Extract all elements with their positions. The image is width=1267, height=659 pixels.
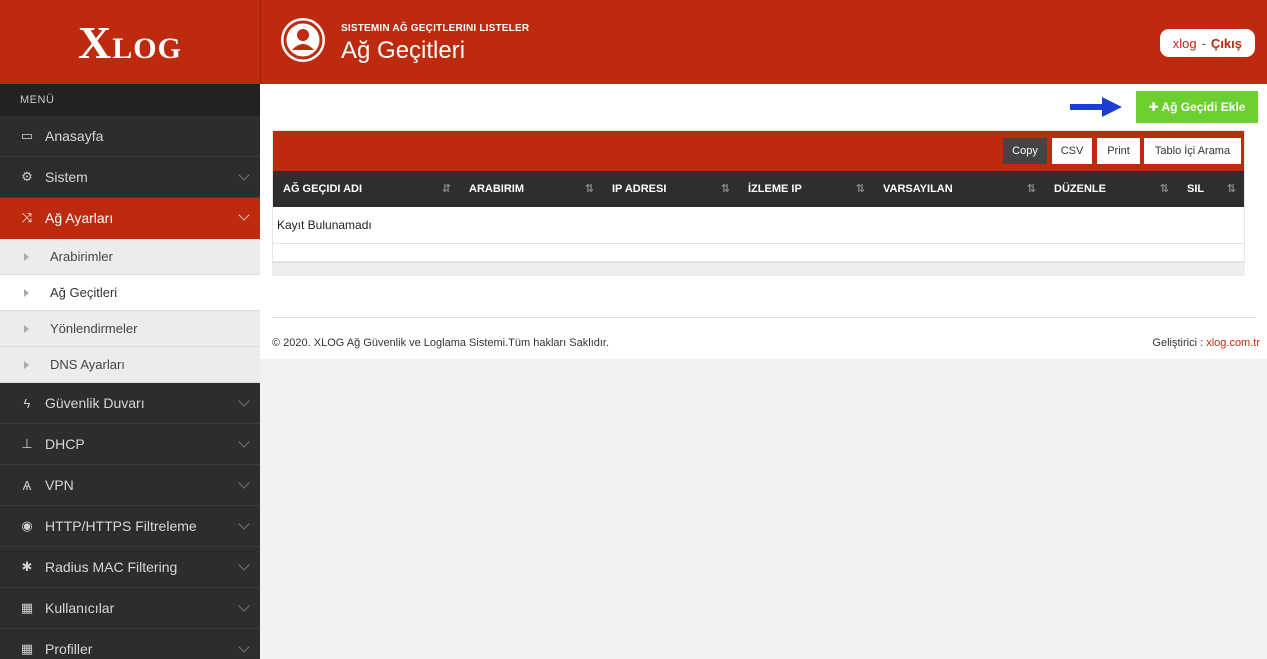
sidebar-item-label: Ağ Ayarları bbox=[45, 210, 114, 226]
sort-icon: ⇅ bbox=[1226, 183, 1236, 195]
column-header[interactable]: DÜZENLE ⇅ bbox=[1044, 171, 1177, 207]
chevron-down-icon bbox=[238, 641, 250, 653]
sidebar-item-label: VPN bbox=[45, 477, 74, 493]
column-header[interactable]: IP ADRESI ⇅ bbox=[602, 171, 738, 207]
sidebar-item-label: Kullanıcılar bbox=[45, 600, 115, 616]
sort-icon: ⇅ bbox=[1159, 183, 1169, 195]
sidebar-item-label: Profiller bbox=[45, 641, 93, 657]
grid-icon: ▦ bbox=[20, 641, 34, 656]
sidebar-item-anasayfa[interactable]: ▭ Anasayfa bbox=[0, 116, 260, 157]
bolt-icon: ϟ bbox=[23, 395, 31, 411]
footer-divider bbox=[272, 317, 1256, 318]
sidebar-item-profiller[interactable]: ▦ Profiller bbox=[0, 629, 260, 659]
logout-link[interactable]: Çıkış bbox=[1211, 36, 1242, 51]
laptop-icon: ▭ bbox=[20, 128, 34, 143]
sidebar-item-ag-ayarlari[interactable]: ⤨ Ağ Ayarları bbox=[0, 198, 260, 239]
sort-icon: ⇅ bbox=[720, 183, 730, 195]
sort-icon: ⇵ bbox=[441, 183, 451, 195]
sidebar-item-label: HTTP/HTTPS Filtreleme bbox=[45, 518, 197, 534]
developer-credit: Geliştirici : xlog.com.tr bbox=[1152, 337, 1260, 349]
sub-item-label: Ağ Geçitleri bbox=[50, 285, 118, 300]
shuffle-icon: ⤨ bbox=[21, 210, 33, 225]
column-header[interactable]: İZLEME IP ⇅ bbox=[738, 171, 873, 207]
print-button[interactable]: Print bbox=[1097, 138, 1140, 164]
chevron-down-icon bbox=[238, 209, 250, 221]
chevron-down-icon bbox=[238, 395, 250, 407]
column-header[interactable]: VARSAYILAN ⇅ bbox=[873, 171, 1044, 207]
arrow-right-icon bbox=[1070, 97, 1122, 117]
csv-button[interactable]: CSV bbox=[1052, 138, 1092, 164]
sidebar: XLOG MENÜ ▭ Anasayfa ⚙ Sistem ⤨ Ağ Ayarl… bbox=[0, 0, 260, 659]
sidebar-item-label: Radius MAC Filtering bbox=[45, 559, 178, 575]
caret-right-icon bbox=[24, 324, 29, 333]
chevron-down-icon bbox=[238, 169, 250, 181]
grid-icon: ▦ bbox=[20, 600, 34, 615]
horizontal-scrollbar[interactable] bbox=[272, 262, 1245, 276]
sub-item-dns-ayarlari[interactable]: DNS Ayarları bbox=[0, 347, 260, 383]
chevron-down-icon bbox=[238, 436, 250, 448]
page-header: SISTEMIN AĞ GEÇITLERINI LISTELER Ağ Geçi… bbox=[260, 0, 1267, 84]
column-header[interactable]: AĞ GEÇIDI ADI ⇵ bbox=[273, 171, 459, 207]
add-gateway-button[interactable]: ✚ Ağ Geçidi Ekle bbox=[1136, 91, 1258, 123]
page-title: Ağ Geçitleri bbox=[341, 37, 466, 64]
sub-item-arabirimler[interactable]: Arabirimler bbox=[0, 239, 260, 275]
sidebar-item-guvenlik-duvari[interactable]: ϟ Güvenlik Duvarı bbox=[0, 383, 260, 424]
sidebar-item-radius-mac[interactable]: ✱ Radius MAC Filtering bbox=[0, 547, 260, 588]
logo-letter: X bbox=[78, 16, 113, 68]
chevron-down-icon bbox=[238, 518, 250, 530]
sidebar-item-dhcp[interactable]: ⊥ DHCP bbox=[0, 424, 260, 465]
road-icon: Ѧ bbox=[22, 477, 32, 493]
column-header[interactable]: SIL ⇅ bbox=[1177, 171, 1244, 207]
sidebar-item-kullanicilar[interactable]: ▦ Kullanıcılar bbox=[0, 588, 260, 629]
sidebar-item-label: Güvenlik Duvarı bbox=[45, 395, 145, 411]
sort-icon: ⇅ bbox=[855, 183, 865, 195]
column-header[interactable]: ARABIRIM ⇅ bbox=[459, 171, 602, 207]
main-content: ✚ Ağ Geçidi Ekle Copy CSV Print Tablo İç… bbox=[260, 84, 1267, 359]
table-header: AĞ GEÇIDI ADI ⇵ ARABIRIM ⇅ IP ADRESI ⇅ İZLE… bbox=[273, 171, 1244, 207]
sidebar-item-label: Anasayfa bbox=[45, 128, 104, 144]
sort-icon: ⇅ bbox=[1026, 183, 1036, 195]
sidebar-item-label: DHCP bbox=[45, 436, 85, 452]
sub-item-yonlendirmeler[interactable]: Yönlendirmeler bbox=[0, 311, 260, 347]
gears-icon: ⚙ bbox=[21, 169, 33, 184]
sitemap-icon: ⊥ bbox=[21, 436, 33, 451]
logo[interactable]: XLOG bbox=[0, 0, 260, 84]
asterisk-icon: ✱ bbox=[21, 559, 33, 574]
sidebar-item-vpn[interactable]: Ѧ VPN bbox=[0, 465, 260, 506]
copyright-text: © 2020. XLOG Ağ Güvenlik ve Loglama Sist… bbox=[272, 337, 610, 349]
gateway-table: Copy CSV Print Tablo İçi Arama AĞ GEÇIDI… bbox=[272, 130, 1245, 262]
sub-item-label: DNS Ayarları bbox=[50, 357, 125, 372]
sub-item-ag-gecitleri[interactable]: Ağ Geçitleri bbox=[0, 275, 260, 311]
user-box: xlog - Çıkış bbox=[1159, 29, 1255, 57]
table-toolbar: Copy CSV Print Tablo İçi Arama bbox=[273, 131, 1244, 171]
sidebar-item-http-filtreleme[interactable]: ◉ HTTP/HTTPS Filtreleme bbox=[0, 506, 260, 547]
developer-link[interactable]: xlog.com.tr bbox=[1206, 337, 1260, 349]
username[interactable]: xlog bbox=[1173, 36, 1197, 51]
user-icon bbox=[281, 18, 325, 62]
table-empty-row: Kayıt Bulunamadı bbox=[273, 207, 1244, 244]
sort-icon: ⇅ bbox=[584, 183, 594, 195]
menu-title: MENÜ bbox=[0, 84, 260, 116]
chevron-down-icon bbox=[238, 559, 250, 571]
chevron-down-icon bbox=[238, 600, 250, 612]
sub-item-label: Arabirimler bbox=[50, 249, 113, 264]
sidebar-item-label: Sistem bbox=[45, 169, 88, 185]
caret-right-icon bbox=[24, 360, 29, 369]
caret-right-icon bbox=[24, 288, 29, 297]
logo-text: LOG bbox=[112, 31, 182, 65]
caret-right-icon bbox=[24, 252, 29, 261]
table-search-button[interactable]: Tablo İçi Arama bbox=[1144, 138, 1241, 164]
sub-item-label: Yönlendirmeler bbox=[50, 321, 138, 336]
chevron-down-icon bbox=[238, 477, 250, 489]
developer-label: Geliştirici : bbox=[1152, 337, 1204, 349]
separator: - bbox=[1201, 35, 1206, 51]
page-subtitle: SISTEMIN AĞ GEÇITLERINI LISTELER bbox=[341, 23, 530, 34]
copy-button[interactable]: Copy bbox=[1003, 138, 1047, 164]
eye-slash-icon: ◉ bbox=[21, 518, 33, 533]
sidebar-item-sistem[interactable]: ⚙ Sistem bbox=[0, 157, 260, 198]
